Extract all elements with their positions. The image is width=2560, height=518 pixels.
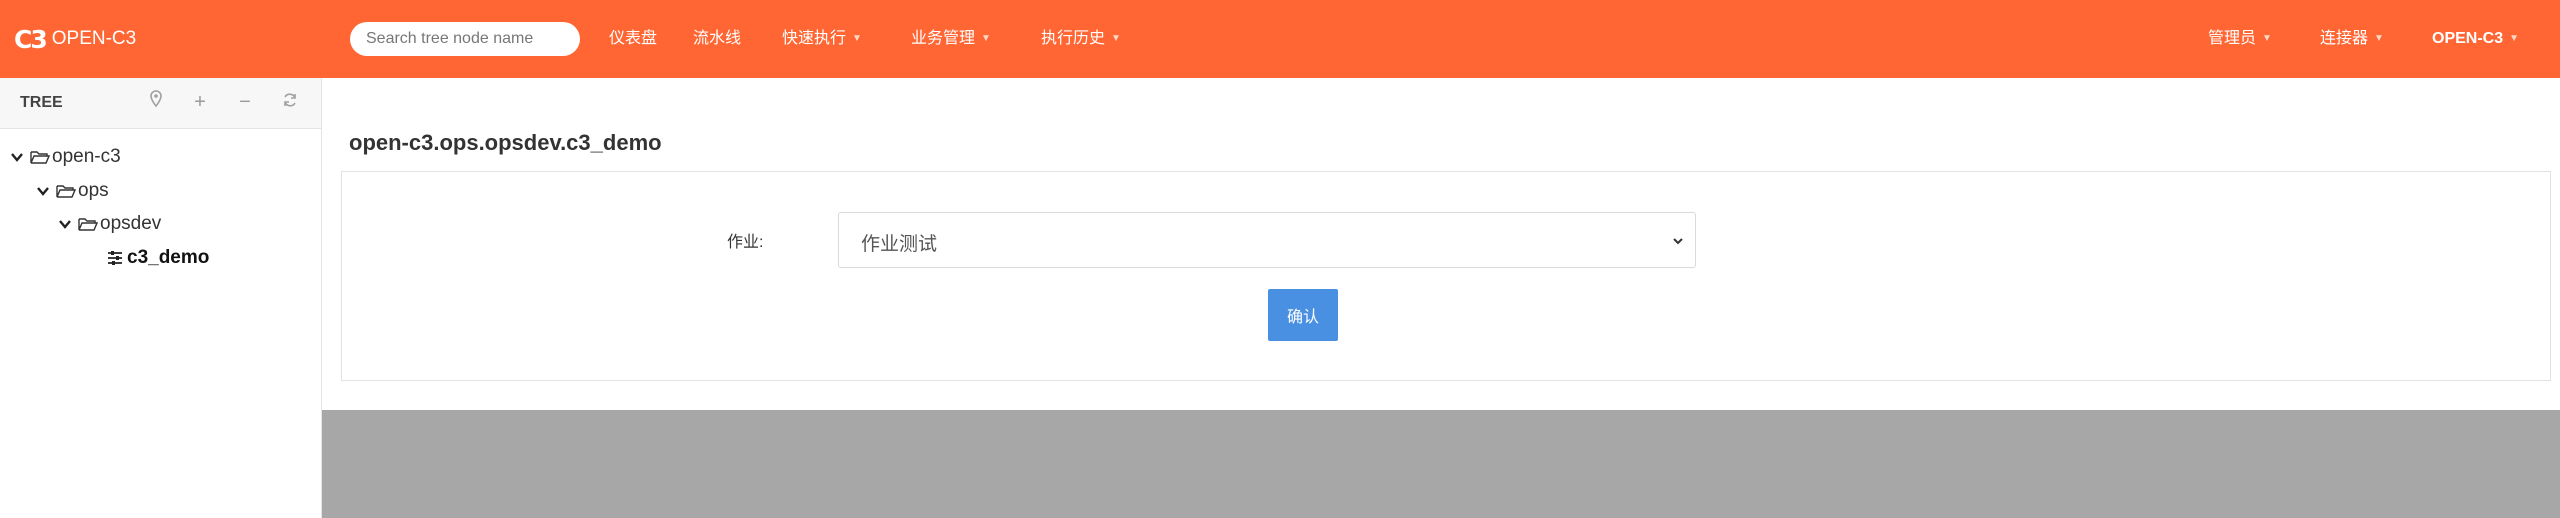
folder-open-icon [30,151,50,164]
output-area [322,410,2560,518]
job-form-panel: 作业: 作业测试 确认 [341,171,2551,381]
tree-sidebar: TREE + − open-c3 ops opsdev c3_demo [0,78,322,518]
tree-node-label: ops [78,180,109,201]
chevron-down-icon: ▼ [2509,33,2520,44]
main-content: open-c3.ops.opsdev.c3_demo 作业: 作业测试 确认 [322,78,2560,518]
menu-admin[interactable]: 管理员 ▼ [2208,27,2272,51]
sliders-icon [108,251,122,265]
menu-openc3[interactable]: OPEN-C3 ▼ [2432,27,2519,51]
folder-open-icon [56,185,76,198]
chevron-down-icon[interactable] [10,150,24,164]
nav-pipeline-label: 流水线 [693,30,742,47]
nav-quick-exec-label: 快速执行 [782,30,847,47]
nav-dashboard[interactable]: 仪表盘 [609,27,657,51]
logo-mark: C3 [14,24,48,54]
tree-node-c3-demo[interactable]: c3_demo [107,243,209,273]
tree-node-label: c3_demo [127,247,210,268]
job-label: 作业: [727,234,764,251]
menu-connector[interactable]: 连接器 ▼ [2320,27,2384,51]
tree-node-ops[interactable]: ops [36,176,109,206]
chevron-down-icon: ▼ [2262,33,2272,44]
tree-node-label: opsdev [100,213,162,234]
tree-title: TREE [20,94,63,111]
chevron-down-icon: ▼ [852,33,862,44]
nav-exec-history[interactable]: 执行历史 ▼ [1041,27,1121,51]
nav-exec-history-label: 执行历史 [1041,30,1106,47]
chevron-down-icon[interactable] [58,217,72,231]
menu-openc3-label: OPEN-C3 [2432,30,2504,47]
nav-quick-exec[interactable]: 快速执行 ▼ [782,27,862,51]
chevron-down-icon: ▼ [981,33,991,44]
refresh-icon[interactable] [278,90,302,114]
menu-connector-label: 连接器 [2320,30,2369,47]
chevron-down-icon[interactable] [36,184,50,198]
tree-node-opsdev[interactable]: opsdev [58,209,161,239]
tree-node-open-c3[interactable]: open-c3 [10,142,121,172]
folder-open-icon [78,218,98,231]
tree-search-input[interactable] [350,22,580,56]
nav-dashboard-label: 仪表盘 [609,30,658,47]
nav-pipeline[interactable]: 流水线 [693,27,741,51]
nav-business-mgmt-label: 业务管理 [911,30,976,47]
top-navbar: C3 OPEN-C3 仪表盘 流水线 快速执行 ▼ 业务管理 ▼ 执行历史 ▼ 管理员… [0,0,2560,78]
nav-business-mgmt[interactable]: 业务管理 ▼ [911,27,991,51]
menu-admin-label: 管理员 [2208,30,2257,47]
tree-header: TREE + − [0,78,321,129]
tree-node-label: open-c3 [52,146,121,167]
location-icon[interactable] [144,90,168,114]
confirm-button[interactable]: 确认 [1268,289,1338,341]
page-title: open-c3.ops.opsdev.c3_demo [349,130,662,155]
job-select[interactable]: 作业测试 [838,212,1696,268]
plus-icon[interactable]: + [188,90,212,114]
chevron-down-icon: ▼ [2374,33,2384,44]
logo[interactable]: C3 OPEN-C3 [14,24,136,54]
chevron-down-icon [1673,238,1683,245]
minus-icon[interactable]: − [233,90,257,114]
chevron-down-icon: ▼ [1111,33,1121,44]
logo-text: OPEN-C3 [51,28,137,49]
job-select-value: 作业测试 [861,234,938,255]
